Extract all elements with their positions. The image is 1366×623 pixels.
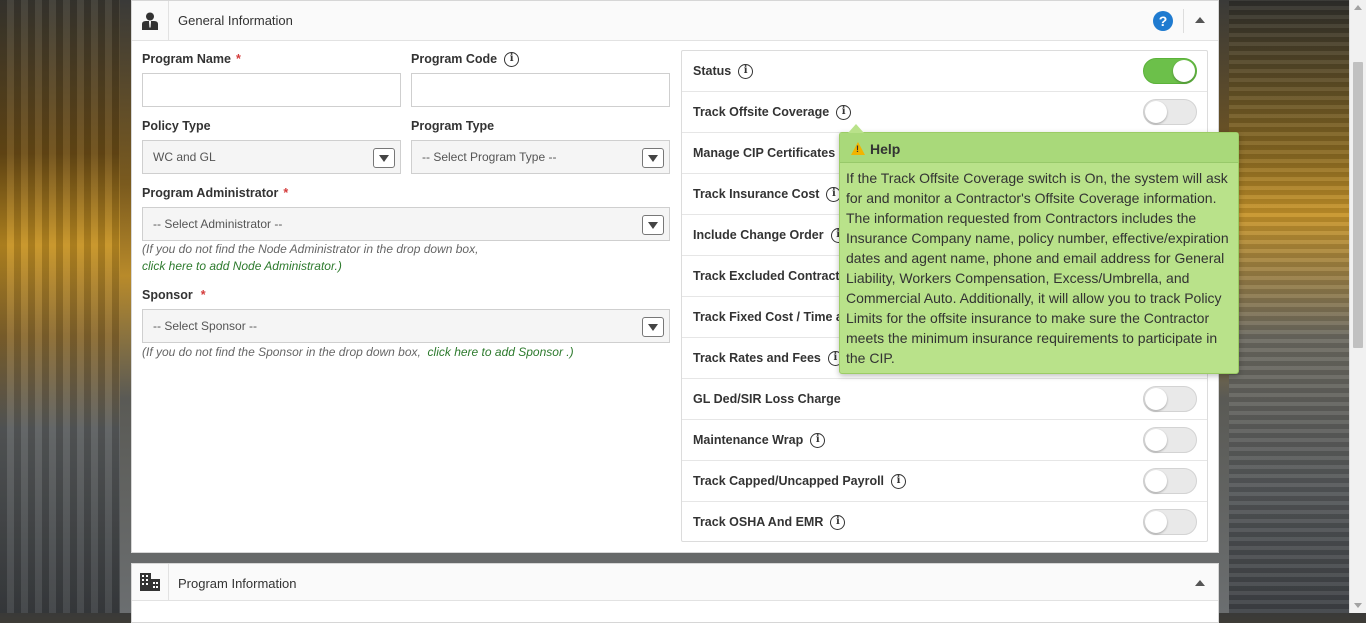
- general-information-header[interactable]: General Information ?: [132, 1, 1218, 41]
- question-circle-icon[interactable]: ?: [1153, 11, 1173, 31]
- dropdown-arrow-icon[interactable]: [642, 148, 664, 168]
- add-node-administrator-link[interactable]: click here to add Node Administrator.): [142, 259, 342, 273]
- info-icon[interactable]: i: [810, 433, 826, 449]
- policy-type-label: Policy Type: [142, 119, 211, 133]
- info-icon[interactable]: i: [738, 64, 754, 80]
- panel-title: General Information: [178, 13, 293, 28]
- tooltip-title: Help: [870, 141, 901, 157]
- scroll-up-arrow-icon[interactable]: [1354, 5, 1362, 10]
- program-administrator-value: -- Select Administrator --: [153, 217, 283, 231]
- info-icon[interactable]: i: [891, 474, 907, 490]
- setting-label: Maintenance Wrap i: [693, 433, 826, 449]
- program-information-panel: Program Information: [131, 563, 1219, 623]
- building-icon: [132, 564, 169, 600]
- toggle-knob: [1145, 388, 1167, 410]
- required-marker: *: [235, 52, 241, 66]
- setting-label: Track OSHA And EMR i: [693, 515, 846, 531]
- info-icon[interactable]: i: [830, 515, 846, 531]
- setting-label: Track Insurance Cost i: [693, 187, 842, 203]
- dropdown-arrow-icon[interactable]: [642, 215, 664, 235]
- setting-toggle[interactable]: [1143, 58, 1197, 84]
- setting-toggle[interactable]: [1143, 386, 1197, 412]
- setting-label: GL Ded/SIR Loss Charge: [693, 392, 841, 406]
- scroll-thumb[interactable]: [1353, 62, 1363, 348]
- sponsor-hint: (If you do not find the Sponsor in the d…: [142, 345, 574, 359]
- sponsor-select[interactable]: -- Select Sponsor --: [142, 309, 670, 343]
- info-icon[interactable]: i: [836, 105, 852, 121]
- setting-toggle[interactable]: [1143, 99, 1197, 125]
- setting-toggle[interactable]: [1143, 509, 1197, 535]
- setting-row: Track Offsite Coverage i: [682, 92, 1207, 133]
- setting-label: Status i: [693, 64, 754, 80]
- toggle-knob: [1145, 511, 1167, 533]
- setting-label: Track Rates and Fees i: [693, 351, 843, 367]
- program-type-label: Program Type: [411, 119, 495, 133]
- sponsor-value: -- Select Sponsor --: [153, 319, 258, 333]
- toggle-knob: [1173, 60, 1195, 82]
- panel-title: Program Information: [178, 576, 297, 591]
- dropdown-arrow-icon[interactable]: [642, 317, 664, 337]
- program-information-header[interactable]: Program Information: [132, 564, 1218, 601]
- program-name-label: Program Name *: [142, 52, 241, 66]
- background-image-right: [1229, 0, 1366, 613]
- toggle-knob: [1145, 101, 1167, 123]
- administrator-hint: (If you do not find the Node Administrat…: [142, 242, 479, 256]
- toggle-knob: [1145, 470, 1167, 492]
- program-administrator-select[interactable]: -- Select Administrator --: [142, 207, 670, 241]
- setting-label: Track Capped/Uncapped Payroll i: [693, 474, 907, 490]
- required-marker: *: [283, 186, 289, 200]
- setting-row: Status i: [682, 51, 1207, 92]
- help-tooltip: Help If the Track Offsite Coverage switc…: [839, 124, 1239, 374]
- tooltip-header: Help: [840, 133, 1238, 163]
- page-scrollbar[interactable]: [1349, 0, 1366, 613]
- warning-icon: [851, 142, 865, 155]
- program-code-input[interactable]: [411, 73, 670, 107]
- setting-row: Track Capped/Uncapped Payroll i: [682, 461, 1207, 502]
- required-marker: *: [200, 288, 206, 302]
- tooltip-arrow: [848, 124, 864, 133]
- setting-toggle[interactable]: [1143, 427, 1197, 453]
- header-divider: [1183, 9, 1184, 33]
- setting-row: Maintenance Wrap i: [682, 420, 1207, 461]
- add-sponsor-link[interactable]: click here to add Sponsor .): [428, 345, 574, 359]
- policy-type-value: WC and GL: [153, 150, 216, 164]
- setting-row: GL Ded/SIR Loss Charge: [682, 379, 1207, 420]
- program-administrator-label: Program Administrator *: [142, 186, 289, 200]
- person-icon: [132, 1, 169, 40]
- scroll-down-arrow-icon[interactable]: [1354, 603, 1362, 608]
- setting-row: Track OSHA And EMR i: [682, 502, 1207, 543]
- sponsor-label: Sponsor *: [142, 288, 206, 302]
- program-type-select[interactable]: -- Select Program Type --: [411, 140, 670, 174]
- policy-type-select[interactable]: WC and GL: [142, 140, 401, 174]
- tooltip-body: If the Track Offsite Coverage switch is …: [846, 170, 1229, 366]
- info-icon[interactable]: i: [504, 52, 520, 68]
- add-administrator-hint: click here to add Node Administrator.): [142, 259, 342, 273]
- dropdown-arrow-icon[interactable]: [373, 148, 395, 168]
- toggle-knob: [1145, 429, 1167, 451]
- program-code-label: Program Code i: [411, 52, 520, 68]
- program-name-input[interactable]: [142, 73, 401, 107]
- setting-label: Manage CIP Certificatesi: [693, 146, 858, 162]
- program-type-value: -- Select Program Type --: [422, 150, 557, 164]
- caret-up-icon[interactable]: [1195, 17, 1205, 23]
- setting-toggle[interactable]: [1143, 468, 1197, 494]
- setting-label: Include Change Orderi: [693, 228, 846, 244]
- caret-up-icon[interactable]: [1195, 580, 1205, 586]
- setting-label: Track Offsite Coverage i: [693, 105, 852, 121]
- background-image-left: [0, 0, 120, 613]
